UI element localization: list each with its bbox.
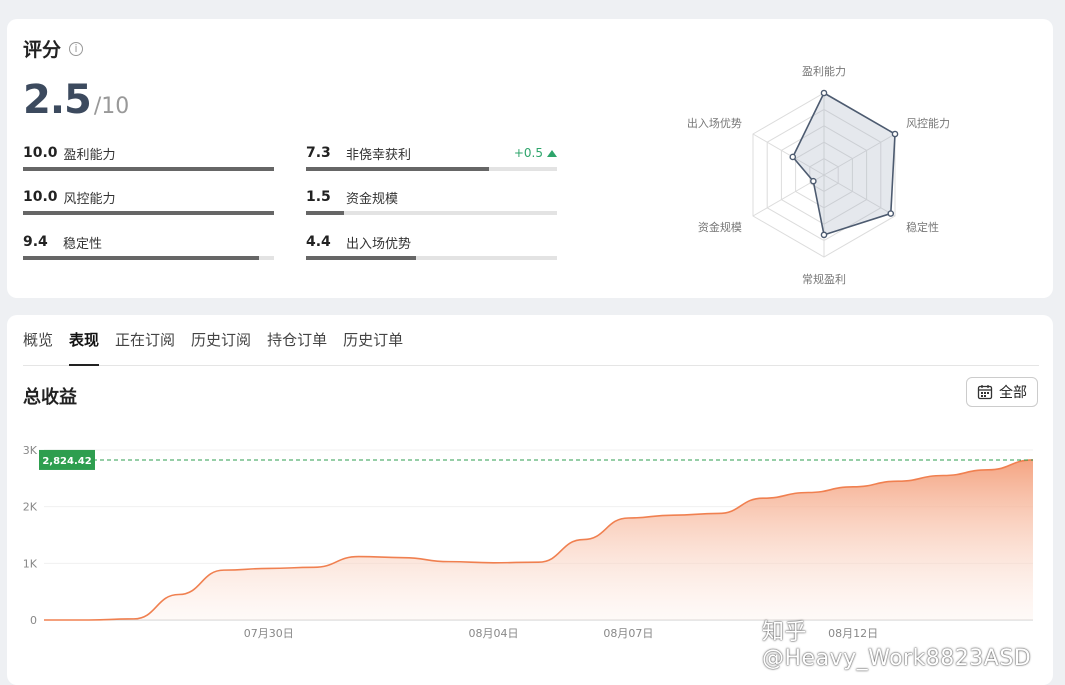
metric-entry-exit-advantage: 4.4 出入场优势 xyxy=(306,232,557,268)
metric-stability: 9.4 稳定性 xyxy=(23,232,274,268)
metric-risk-control: 10.0 风控能力 xyxy=(23,187,274,223)
overall-score-denominator: /10 xyxy=(93,94,130,119)
score-title: 评分 i xyxy=(23,35,84,62)
metric-label: 风控能力 xyxy=(63,191,116,207)
date-range-label: 全部 xyxy=(999,385,1027,401)
metric-value: 9.4 xyxy=(23,234,48,250)
tab-order-history[interactable]: 历史订单 xyxy=(343,330,411,364)
metric-label: 出入场优势 xyxy=(346,236,412,252)
metric-bar xyxy=(306,256,557,260)
info-icon[interactable]: i xyxy=(69,41,84,56)
radar-point xyxy=(789,153,797,161)
radar-point xyxy=(820,89,828,97)
metric-bar xyxy=(23,211,274,215)
metric-value: 10.0 xyxy=(23,189,58,205)
radar-area xyxy=(791,91,896,236)
metric-bar-fill xyxy=(23,211,274,215)
radar-point xyxy=(810,177,817,185)
radar-axis-label: 风控能力 xyxy=(906,116,950,130)
radar-axis-label: 盈利能力 xyxy=(802,64,846,78)
metric-bar xyxy=(306,167,557,171)
metric-delta-value: +0.5 xyxy=(513,146,543,160)
y-tick-label: 0 xyxy=(30,614,37,627)
radar-svg: 盈利能力风控能力稳定性常规盈利 资金规模 出入场优势 xyxy=(687,64,950,286)
metric-bar-fill xyxy=(23,167,274,171)
triangle-up-icon xyxy=(547,149,557,157)
y-tick-label: 1K xyxy=(23,557,38,570)
metric-label: 非侥幸获利 xyxy=(346,147,412,163)
metric-value: 1.5 xyxy=(306,189,331,205)
y-tick-label: 2K xyxy=(23,501,38,514)
tab-current-subscriptions[interactable]: 正在订阅 xyxy=(115,330,183,364)
metric-bar-fill xyxy=(306,211,344,215)
tab-open-positions[interactable]: 持仓订单 xyxy=(267,330,335,364)
calendar-icon xyxy=(977,385,993,400)
metric-bar-fill xyxy=(23,256,259,260)
metric-value: 4.4 xyxy=(306,234,331,250)
radar-point xyxy=(891,130,899,138)
metric-label: 盈利能力 xyxy=(63,147,116,163)
radar-axis-label: 常规盈利 xyxy=(802,272,846,286)
last-value-label: 2,824.42 xyxy=(42,456,91,467)
radar-chart: 盈利能力风控能力稳定性常规盈利 资金规模 出入场优势 xyxy=(647,29,1007,289)
metric-value: 7.3 xyxy=(306,145,331,161)
radar-axis-label: 稳定性 xyxy=(906,220,939,234)
y-tick-label: 3K xyxy=(23,444,38,457)
score-card: 评分 i 2.5 /10 10.0 盈利能力 10.0 风控能力 9.4 稳定性… xyxy=(7,19,1053,298)
radar-point xyxy=(887,210,895,217)
metric-value: 10.0 xyxy=(23,145,58,161)
date-range-button[interactable]: 全部 xyxy=(966,377,1038,407)
metric-bar xyxy=(23,256,274,260)
metric-non-luck-profit: 7.3 非侥幸获利 +0.5 xyxy=(306,143,557,179)
x-tick-label: 08月07日 xyxy=(603,627,653,640)
section-title: 总收益 xyxy=(23,387,77,408)
x-tick-label: 08月04日 xyxy=(469,627,519,640)
tab-performance[interactable]: 表现 xyxy=(69,330,107,366)
score-title-text: 评分 xyxy=(23,39,62,61)
chart-area-fill xyxy=(44,459,1033,620)
watermark: 知乎 @Heavy_Work8823ASD xyxy=(762,620,1032,671)
metric-bar xyxy=(306,211,557,215)
metric-delta: +0.5 xyxy=(514,146,557,160)
metric-bar-fill xyxy=(306,167,490,171)
overall-score-value: 2.5 xyxy=(23,77,92,123)
tab-bar: 概览 表现 正在订阅 历史订阅 持仓订单 历史订单 xyxy=(23,330,1039,366)
radar-axis-label: 资金规模 xyxy=(698,220,742,234)
tab-subscription-history[interactable]: 历史订阅 xyxy=(191,330,259,364)
metric-label: 稳定性 xyxy=(63,236,103,252)
metric-label: 资金规模 xyxy=(346,191,399,207)
radar-point xyxy=(820,231,828,239)
overall-score: 2.5 /10 xyxy=(23,77,129,123)
metric-bar-fill xyxy=(306,256,417,260)
metric-bar xyxy=(23,167,274,171)
x-tick-label: 07月30日 xyxy=(244,627,294,640)
radar-axis-label: 出入场优势 xyxy=(687,116,742,130)
metric-profitability: 10.0 盈利能力 xyxy=(23,143,274,179)
metric-capital-scale: 1.5 资金规模 xyxy=(306,187,557,223)
tab-overview[interactable]: 概览 xyxy=(23,330,61,364)
